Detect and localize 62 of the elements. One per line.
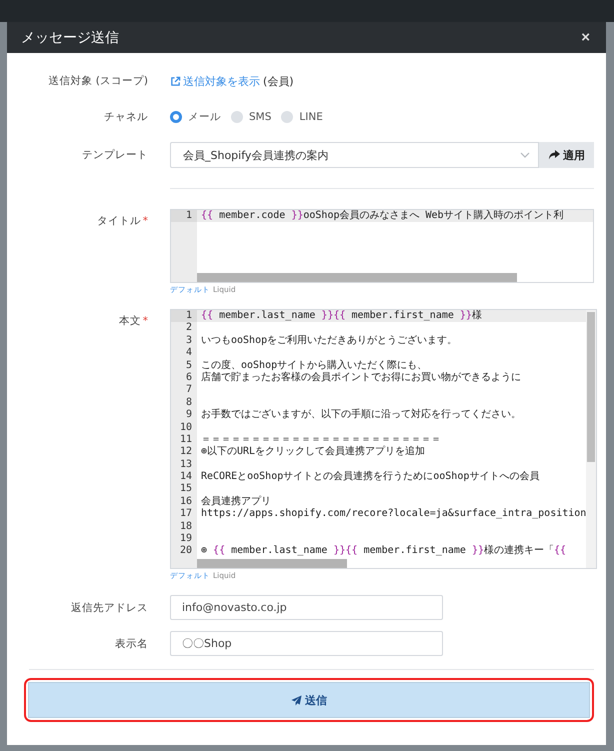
code-line: ＝＝＝＝＝＝＝＝＝＝＝＝＝＝＝＝＝＝＝＝＝＝＝＝ — [200, 434, 441, 446]
code-line: ⊕ {{ member.last_name }}{{ member.first_name }}様の連携キー「{{ — [200, 545, 566, 558]
line-number: 2 — [171, 322, 197, 335]
line-number: 11 — [171, 434, 197, 446]
code-line: お手数ではございますが、以下の手順に沿って対応を行ってください。 — [200, 409, 521, 422]
field-label: 返信先アドレス — [70, 600, 148, 614]
line-number: 18 — [171, 520, 197, 534]
chevron-down-icon — [520, 152, 530, 158]
code-line: ReCOREとooShopサイトとの会員連携を行うためにooShopサイトへの会員 — [200, 471, 540, 484]
line-number: 14 — [171, 471, 197, 484]
line-number: 3 — [171, 334, 197, 348]
scrollbar[interactable] — [197, 559, 347, 568]
radio-option[interactable]: メール — [170, 110, 221, 124]
line-number: 17 — [171, 508, 197, 521]
code-line: 店舗で貯まったお客様の会員ポイントでお得にお買い物ができるように — [200, 372, 521, 384]
share-arrow-icon — [548, 149, 560, 161]
scope-text: (会員) — [263, 74, 294, 88]
code-line: https://apps.shopify.com/recore?locale=ja&surface_intra_position — [200, 508, 586, 521]
reply-address-field[interactable]: info@novasto.co.jp — [170, 595, 443, 620]
dialog-title: メッセージ送信 — [21, 28, 119, 46]
field-label: タイトル * — [96, 214, 148, 228]
display-name-field[interactable]: 〇〇Shop — [170, 631, 443, 656]
apply-button[interactable]: 適用 — [539, 142, 594, 168]
close-button[interactable]: × — [579, 29, 592, 46]
code-line: この度、ooShopサイトから購入いただく際にも、 — [200, 360, 428, 372]
line-number: 6 — [171, 372, 197, 384]
line-number: 16 — [171, 496, 197, 508]
external-link-icon — [170, 76, 181, 86]
code-line: ⊕以下のURLをクリックして会員連携アプリを追加 — [200, 446, 426, 459]
field-label: 本文 * — [118, 314, 148, 328]
line-number: 13 — [171, 458, 197, 472]
line-number: 15 — [171, 483, 197, 496]
field-label: チャネル — [103, 110, 148, 124]
field-label: テンプレート — [81, 148, 148, 162]
required-mark: * — [142, 215, 148, 227]
line-number: 7 — [171, 384, 197, 397]
send-button[interactable]: 送信 — [28, 682, 590, 718]
line-number: 4 — [171, 347, 197, 360]
field-label: 表示名 — [114, 636, 148, 650]
paper-plane-icon — [291, 694, 302, 706]
line-number: 5 — [171, 360, 197, 372]
code-line: {{ member.last_name }}{{ member.first_name }}様 — [200, 310, 482, 322]
code-editor[interactable] — [170, 309, 598, 569]
line-number: 10 — [171, 422, 197, 434]
scrollbar[interactable] — [586, 310, 596, 568]
code-editor[interactable]: 1 {{ member.code }}ooShop会員のみなさまへ Webサイト購入時のポイント利 — [170, 209, 594, 283]
required-mark: * — [142, 315, 148, 327]
line-number: 9 — [171, 409, 197, 422]
line-number: 8 — [171, 396, 197, 410]
code-line: {{ member.code }}ooShop会員のみなさまへ Webサイト購入時のポイント利 — [200, 210, 564, 222]
line-number: 20 — [171, 545, 197, 558]
line-number: 1 — [171, 210, 197, 222]
code-line: いつもooShopをご利用いただきありがとうございます。 — [200, 334, 458, 348]
field-label: 送信対象 (スコープ) — [47, 74, 148, 88]
line-number: 1 — [171, 310, 197, 322]
line-number: 19 — [171, 533, 197, 546]
scrollbar[interactable] — [197, 273, 517, 282]
line-number: 12 — [171, 446, 197, 459]
code-line: 会員連携アプリ — [200, 496, 271, 508]
radio-option[interactable]: SMS — [231, 110, 272, 124]
template-select[interactable]: 会員_Shopify会員連携の案内 — [170, 142, 539, 168]
radio-option[interactable]: LINE — [281, 110, 323, 124]
